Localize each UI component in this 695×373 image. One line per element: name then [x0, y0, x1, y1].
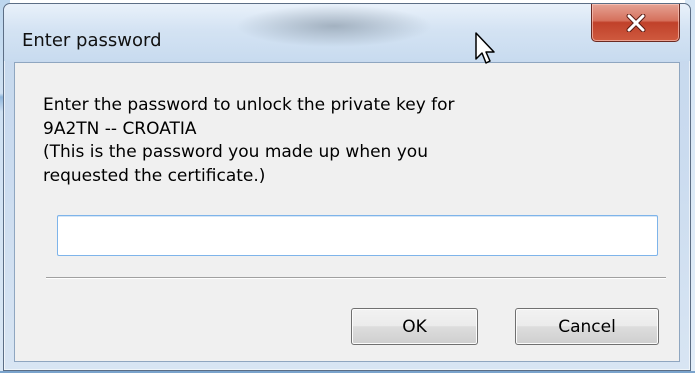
password-input[interactable]	[57, 215, 658, 256]
cancel-button[interactable]: Cancel	[515, 308, 659, 345]
close-button[interactable]	[591, 4, 680, 42]
message-line: Enter the password to unlock the private…	[43, 95, 455, 115]
ok-button[interactable]: OK	[351, 308, 478, 345]
title-bar[interactable]: Enter password	[4, 4, 690, 61]
dialog-title: Enter password	[22, 30, 162, 51]
close-icon	[626, 13, 646, 32]
message-line: 9A2TN -- CROATIA	[43, 118, 197, 139]
dialog-body: Enter the password to unlock the private…	[14, 62, 680, 362]
message-line: requested the certificate.)	[43, 165, 266, 186]
dialog-message: Enter the password to unlock the private…	[43, 94, 455, 188]
divider	[46, 277, 666, 279]
mouse-pointer-icon	[475, 32, 497, 70]
password-dialog: Enter password Enter the password to unl…	[3, 3, 691, 371]
message-line: (This is the password you made up when y…	[43, 142, 428, 162]
